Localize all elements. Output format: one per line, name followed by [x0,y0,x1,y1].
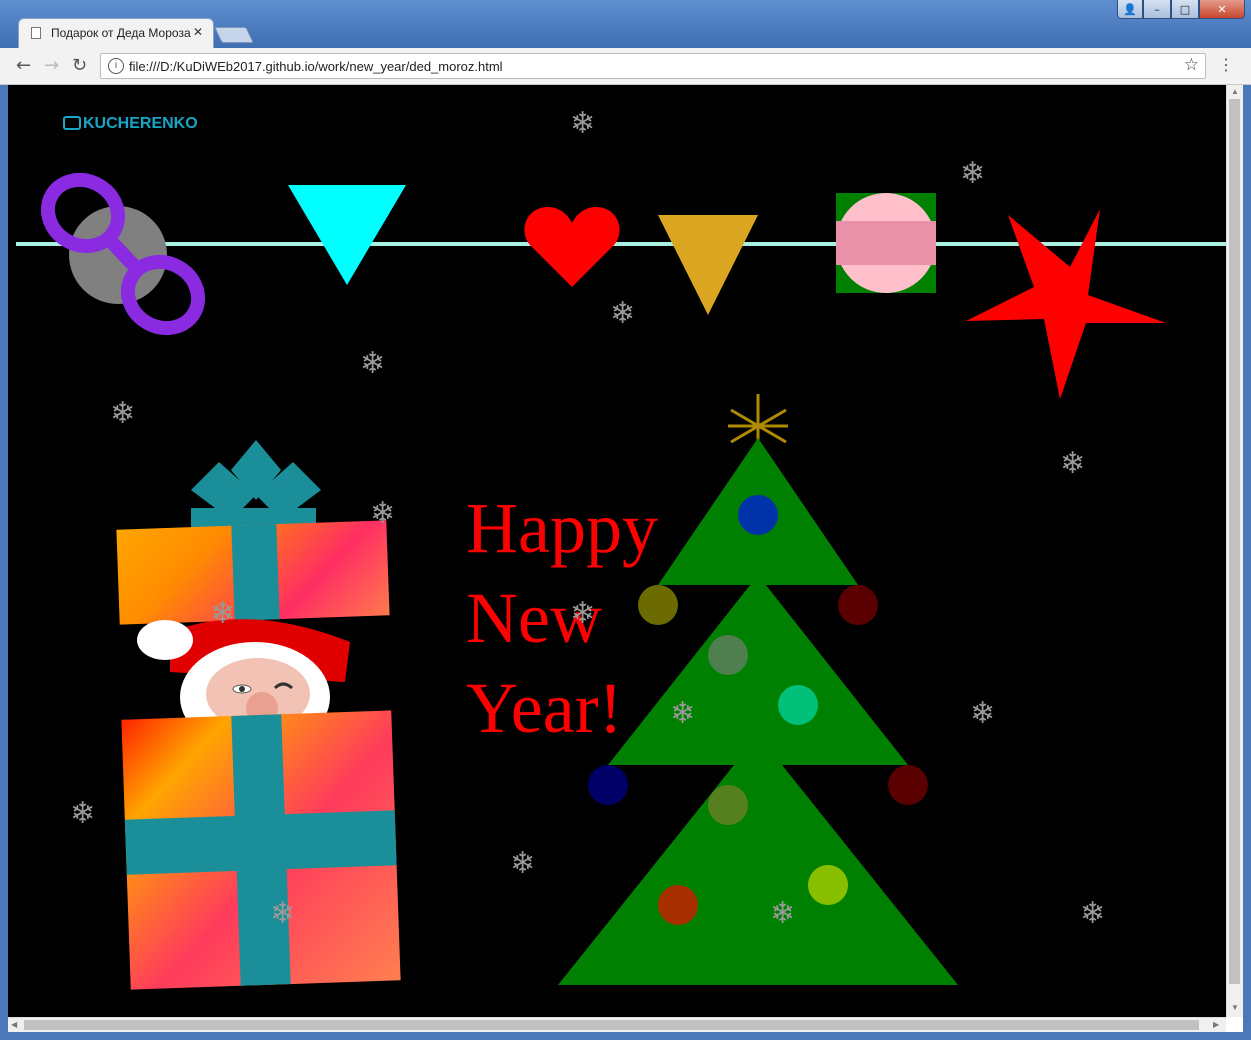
infinity-ornament [40,173,206,336]
minimize-button[interactable]: – [1143,0,1171,19]
greeting-line-2: New [466,578,602,658]
scroll-right-icon[interactable]: ▶ [1213,1020,1219,1029]
logo[interactable]: KUCHERENKO [63,115,198,133]
bookmark-star-icon[interactable]: ☆ [1184,55,1199,75]
scroll-left-icon[interactable]: ◀ [11,1020,17,1029]
forward-button[interactable]: → [44,55,59,76]
pink-ball-ornament [836,193,936,293]
back-button[interactable]: ← [16,55,31,76]
user-icon[interactable]: 👤 [1117,0,1143,19]
greeting-line-1: Happy [466,488,658,568]
snowflake-icon: ❄ [270,896,296,931]
snowflake-icon: ❄ [360,346,386,381]
greeting-text: Happy New Year! [466,483,658,753]
gift-ribbon-horizontal [124,810,397,875]
snowflake-icon: ❄ [970,696,996,731]
window-frame-left [0,85,8,1040]
page-viewport: KUCHERENKO Happy New Year! ❄ ❄ ❄ ❄ ❄ ❄ ❄… [8,85,1226,1017]
snowflake-icon: ❄ [670,696,696,731]
greeting-line-3: Year! [466,668,623,748]
window-frame-right [1243,85,1251,1040]
info-icon[interactable]: i [108,58,124,74]
tab-close-icon[interactable]: ✕ [193,25,203,39]
snowflake-icon: ❄ [570,596,596,631]
close-window-button[interactable]: ✕ [1199,0,1245,19]
scroll-up-icon[interactable]: ▲ [1231,87,1239,96]
tab-title: Подарок от Деда Мороза [51,26,191,40]
vertical-scrollbar[interactable]: ▲ ▼ [1226,85,1243,1017]
gift-box[interactable] [121,710,401,990]
logo-text: KUCHERENKO [83,115,198,132]
snowflake-icon: ❄ [1080,896,1106,931]
window-controls: 👤 – □ ✕ [1117,0,1245,19]
gold-triangle-ornament [658,215,758,315]
snowflake-icon: ❄ [1060,446,1086,481]
scroll-down-icon[interactable]: ▼ [1231,1003,1239,1012]
address-bar[interactable]: i file:///D:/KuDiWEb2017.github.io/work/… [100,53,1206,79]
snowflake-icon: ❄ [70,796,96,831]
snowflake-icon: ❄ [770,896,796,931]
reload-button[interactable]: ↻ [72,55,87,76]
new-tab-button[interactable] [214,27,254,43]
maximize-button[interactable]: □ [1171,0,1199,19]
url-text[interactable]: file:///D:/KuDiWEb2017.github.io/work/ne… [129,59,503,74]
snowflake-icon: ❄ [370,496,396,531]
browser-toolbar: ← → ↻ i file:///D:/KuDiWEb2017.github.io… [0,48,1251,85]
horizontal-scroll-thumb[interactable] [24,1020,1199,1030]
snowflake-icon: ❄ [210,596,236,631]
browser-menu-icon[interactable]: ⋮ [1217,55,1235,75]
camera-icon [63,116,81,130]
window-frame-bottom [0,1032,1251,1040]
snowflake-icon: ❄ [960,156,986,191]
snowflake-icon: ❄ [610,296,636,331]
vertical-scroll-thumb[interactable] [1229,99,1240,984]
snowflake-icon: ❄ [110,396,136,431]
snowflake-icon: ❄ [510,846,536,881]
heart-ornament [524,207,620,287]
red-star-ornament [966,209,1166,399]
cyan-triangle-ornament [288,185,406,285]
horizontal-scrollbar[interactable]: ◀ ▶ [8,1017,1226,1032]
gift-lid[interactable] [116,520,390,625]
snowflake-icon: ❄ [570,106,596,141]
gift-lid-ribbon [231,524,280,621]
browser-tab[interactable]: Подарок от Деда Мороза ✕ [18,18,214,48]
page-icon [31,27,41,39]
